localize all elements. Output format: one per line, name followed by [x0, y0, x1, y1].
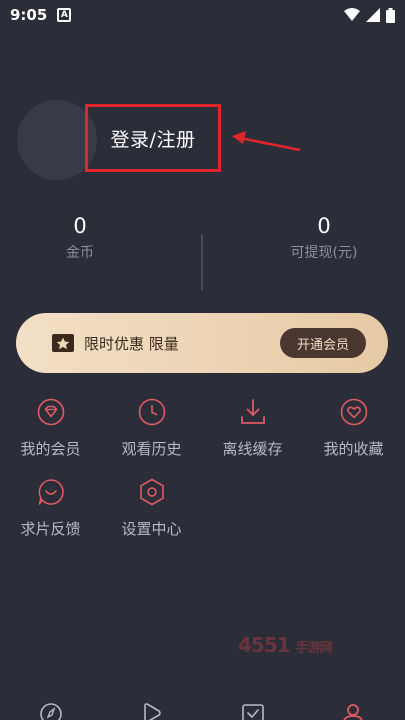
check-icon[interactable]: [241, 702, 265, 720]
download-icon: [240, 399, 265, 424]
withdrawable-value: 0: [317, 214, 331, 238]
watermark-logo: 4551 手游网: [238, 633, 333, 657]
status-bar: 9:05 A: [0, 0, 405, 30]
battery-icon: [386, 7, 395, 23]
notification-icon: A: [57, 8, 72, 22]
vip-banner[interactable]: 限时优惠 限量 开通会员: [16, 313, 388, 373]
menu-item-my-favorites[interactable]: 我的收藏: [303, 398, 404, 459]
menu-label: 我的会员: [20, 440, 81, 458]
menu-item-offline-cache[interactable]: 离线缓存: [202, 398, 303, 459]
clock-icon: [138, 398, 165, 426]
heart-icon: [340, 398, 367, 426]
menu-label: 求片反馈: [20, 520, 81, 538]
withdrawable-label: 可提现(元): [290, 245, 358, 261]
cellular-signal-icon: [366, 8, 380, 22]
diamond-icon: [37, 398, 64, 426]
coins-stat[interactable]: 0 金币: [0, 212, 160, 262]
menu-item-my-membership[interactable]: 我的会员: [0, 398, 101, 459]
watermark-number: 4551: [238, 633, 291, 657]
status-time: 9:05: [10, 6, 48, 24]
annotation-arrow-icon: [232, 131, 301, 152]
login-register-button[interactable]: 登录/注册: [85, 104, 221, 172]
login-register-label: 登录/注册: [110, 128, 196, 151]
wifi-icon: [344, 8, 360, 21]
hexagon-settings-icon: [139, 478, 164, 506]
chat-icon: [38, 479, 64, 505]
play-icon[interactable]: [139, 702, 163, 720]
status-indicators: [344, 7, 395, 23]
menu-item-request-feedback[interactable]: 求片反馈: [0, 478, 101, 539]
menu-label: 观看历史: [121, 440, 182, 458]
watermark-site: 手游网: [295, 641, 333, 656]
stats-divider: [201, 234, 203, 290]
menu-item-watch-history[interactable]: 观看历史: [101, 398, 202, 459]
vip-promo-text: 限时优惠 限量: [84, 334, 179, 353]
coins-label: 金币: [66, 245, 94, 261]
menu-label: 设置中心: [121, 520, 182, 538]
menu-label: 离线缓存: [222, 440, 283, 458]
stats-row: 0 金币 0 可提现(元): [0, 212, 405, 292]
user-icon[interactable]: [341, 702, 365, 720]
vip-ticket-star-icon: [52, 334, 74, 352]
compass-icon[interactable]: [39, 702, 63, 720]
withdrawable-stat[interactable]: 0 可提现(元): [244, 212, 404, 262]
open-membership-button[interactable]: 开通会员: [280, 328, 366, 358]
menu-label: 我的收藏: [323, 440, 384, 458]
bottom-tab-bar: [0, 700, 405, 720]
menu-item-settings-center[interactable]: 设置中心: [101, 478, 202, 539]
coins-value: 0: [73, 214, 87, 238]
